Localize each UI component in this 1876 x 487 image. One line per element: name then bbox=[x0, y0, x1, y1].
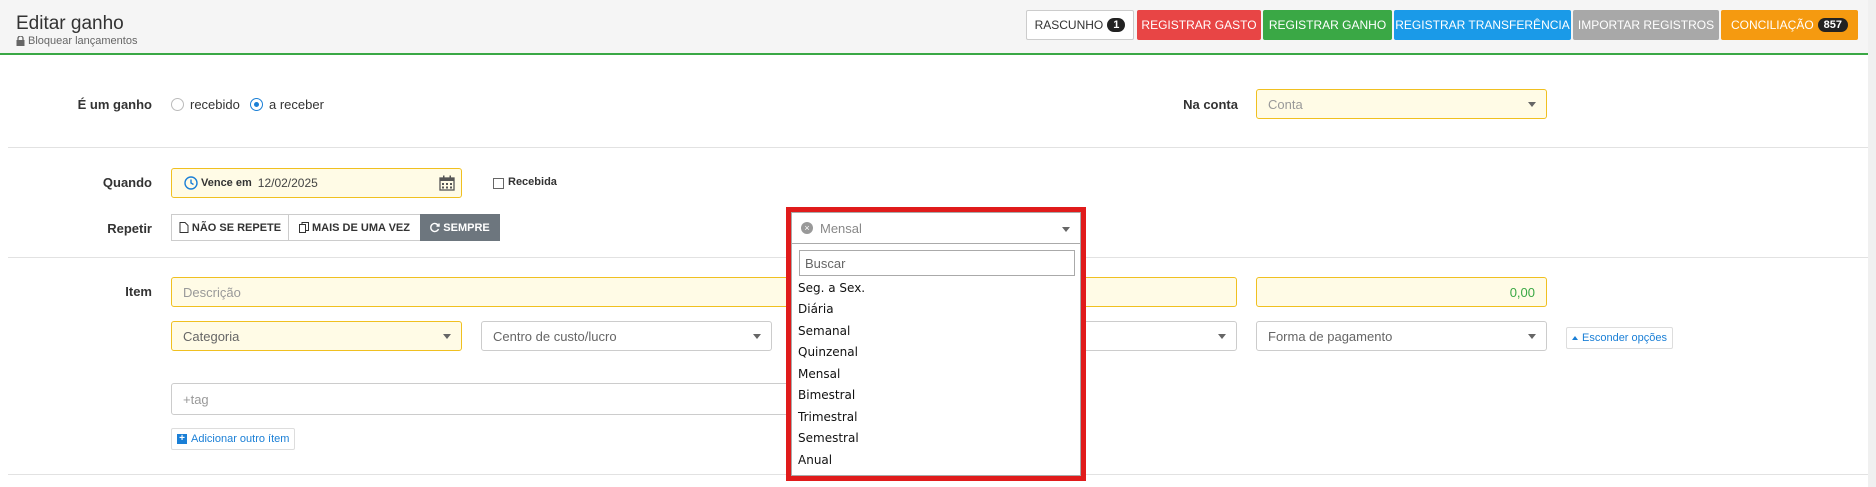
sempre-label: SEMPRE bbox=[443, 221, 490, 234]
descricao-placeholder: Descrição bbox=[183, 284, 241, 300]
forma-pagamento-placeholder: Forma de pagamento bbox=[1268, 328, 1393, 344]
mais-de-uma-vez-button[interactable]: MAIS DE UMA VEZ bbox=[288, 214, 421, 241]
frequency-option[interactable]: Mensal bbox=[798, 367, 840, 381]
conta-placeholder: Conta bbox=[1268, 96, 1303, 112]
frequency-option[interactable]: Anual bbox=[798, 453, 832, 467]
calendar-icon[interactable] bbox=[439, 175, 455, 191]
frequency-selected-value: Mensal bbox=[820, 221, 862, 236]
caret-up-icon bbox=[1572, 336, 1578, 340]
conta-select[interactable]: Conta bbox=[1256, 89, 1547, 119]
categoria-placeholder: Categoria bbox=[183, 328, 240, 344]
chevron-down-icon bbox=[1528, 102, 1536, 107]
registrar-ganho-button[interactable]: REGISTRAR GANHO bbox=[1263, 10, 1392, 40]
item-label: Item bbox=[125, 284, 152, 299]
vencimento-date-field[interactable]: Vence em 12/02/2025 bbox=[171, 168, 462, 198]
tipo-label: É um ganho bbox=[77, 97, 152, 112]
esconder-opcoes-button[interactable]: Esconder opções bbox=[1566, 327, 1673, 349]
valor-input[interactable]: 0,00 bbox=[1256, 277, 1547, 307]
sempre-button[interactable]: SEMPRE bbox=[420, 214, 500, 241]
chevron-down-icon bbox=[1218, 334, 1226, 339]
importar-registros-label: IMPORTAR REGISTROS bbox=[1577, 18, 1715, 32]
registrar-transferencia-label: REGISTRAR TRANSFERÊNCIA bbox=[1395, 18, 1570, 32]
lock-entries-link[interactable]: Bloquear lançamentos bbox=[16, 35, 137, 47]
copy-icon bbox=[299, 222, 309, 233]
frequency-search-input[interactable] bbox=[799, 250, 1075, 276]
clock-icon bbox=[184, 176, 198, 190]
esconder-opcoes-label: Esconder opções bbox=[1582, 332, 1667, 344]
chevron-down-icon bbox=[1062, 227, 1070, 232]
recebida-checkbox[interactable] bbox=[493, 178, 504, 189]
scrollbar-track[interactable] bbox=[1868, 0, 1876, 487]
conciliacao-label: CONCILIAÇÃO bbox=[1730, 18, 1814, 32]
frequency-option[interactable]: Bimestral bbox=[798, 388, 855, 402]
chevron-down-icon bbox=[753, 334, 761, 339]
frequency-options-panel: Seg. a Sex. Diária Semanal Quinzenal Men… bbox=[791, 244, 1081, 476]
recebida-checkbox-label: Recebida bbox=[508, 176, 557, 188]
conta-label: Na conta bbox=[1183, 97, 1238, 112]
lock-icon bbox=[16, 36, 25, 46]
clear-icon[interactable]: × bbox=[801, 222, 813, 234]
rascunho-count-badge: 1 bbox=[1107, 18, 1126, 32]
plus-square-icon: + bbox=[177, 434, 187, 444]
recebido-radio[interactable] bbox=[171, 98, 184, 111]
registrar-gasto-label: REGISTRAR GASTO bbox=[1141, 18, 1257, 32]
adicionar-item-button[interactable]: + Adicionar outro ítem bbox=[171, 428, 296, 450]
frequency-option[interactable]: Diária bbox=[798, 302, 834, 316]
nao-se-repete-button[interactable]: NÃO SE REPETE bbox=[171, 214, 289, 241]
frequency-option[interactable]: Seg. a Sex. bbox=[798, 281, 865, 295]
frequency-option[interactable]: Semanal bbox=[798, 324, 850, 338]
tag-placeholder: +tag bbox=[183, 391, 209, 407]
nao-se-repete-label: NÃO SE REPETE bbox=[191, 221, 282, 234]
conciliacao-button[interactable]: CONCILIAÇÃO 857 bbox=[1721, 10, 1858, 40]
centro-custo-placeholder: Centro de custo/lucro bbox=[493, 328, 617, 344]
page-title: Editar ganho bbox=[16, 13, 124, 34]
refresh-icon bbox=[430, 222, 440, 233]
adicionar-item-label: Adicionar outro ítem bbox=[191, 433, 290, 445]
mais-de-uma-vez-label: MAIS DE UMA VEZ bbox=[312, 221, 410, 234]
a-receber-radio-label: a receber bbox=[269, 97, 324, 112]
forma-pagamento-select[interactable]: Forma de pagamento bbox=[1256, 321, 1547, 351]
a-receber-radio[interactable] bbox=[250, 98, 263, 111]
centro-custo-select[interactable]: Centro de custo/lucro bbox=[481, 321, 772, 351]
rascunho-label: RASCUNHO bbox=[1034, 18, 1104, 32]
recebido-radio-label: recebido bbox=[190, 97, 240, 112]
divider bbox=[8, 147, 1868, 148]
frequency-option[interactable]: Quinzenal bbox=[798, 345, 858, 359]
quando-label: Quando bbox=[102, 175, 152, 190]
frequency-select[interactable]: × Mensal bbox=[791, 212, 1081, 244]
hidden-select[interactable] bbox=[1060, 321, 1237, 351]
rascunho-button[interactable]: RASCUNHO 1 bbox=[1026, 10, 1134, 40]
frequency-option[interactable]: Trimestral bbox=[798, 410, 857, 424]
vencimento-prefix: Vence em bbox=[201, 177, 252, 189]
registrar-gasto-button[interactable]: REGISTRAR GASTO bbox=[1137, 10, 1261, 40]
importar-registros-button[interactable]: IMPORTAR REGISTROS bbox=[1573, 10, 1719, 40]
file-icon bbox=[179, 222, 189, 233]
tag-input[interactable]: +tag bbox=[171, 383, 791, 415]
vencimento-date: 12/02/2025 bbox=[257, 176, 318, 190]
categoria-select[interactable]: Categoria bbox=[171, 321, 462, 351]
registrar-transferencia-button[interactable]: REGISTRAR TRANSFERÊNCIA bbox=[1394, 10, 1571, 40]
chevron-down-icon bbox=[1528, 334, 1536, 339]
page-header: Editar ganho Bloquear lançamentos RASCUN… bbox=[0, 0, 1868, 55]
valor-value: 0,00 bbox=[1509, 284, 1535, 300]
conciliacao-count-badge: 857 bbox=[1817, 18, 1849, 32]
lock-label: Bloquear lançamentos bbox=[28, 35, 138, 47]
frequency-option[interactable]: Semestral bbox=[798, 431, 859, 445]
chevron-down-icon bbox=[443, 334, 451, 339]
registrar-ganho-label: REGISTRAR GANHO bbox=[1268, 18, 1387, 32]
repetir-label: Repetir bbox=[107, 221, 152, 236]
